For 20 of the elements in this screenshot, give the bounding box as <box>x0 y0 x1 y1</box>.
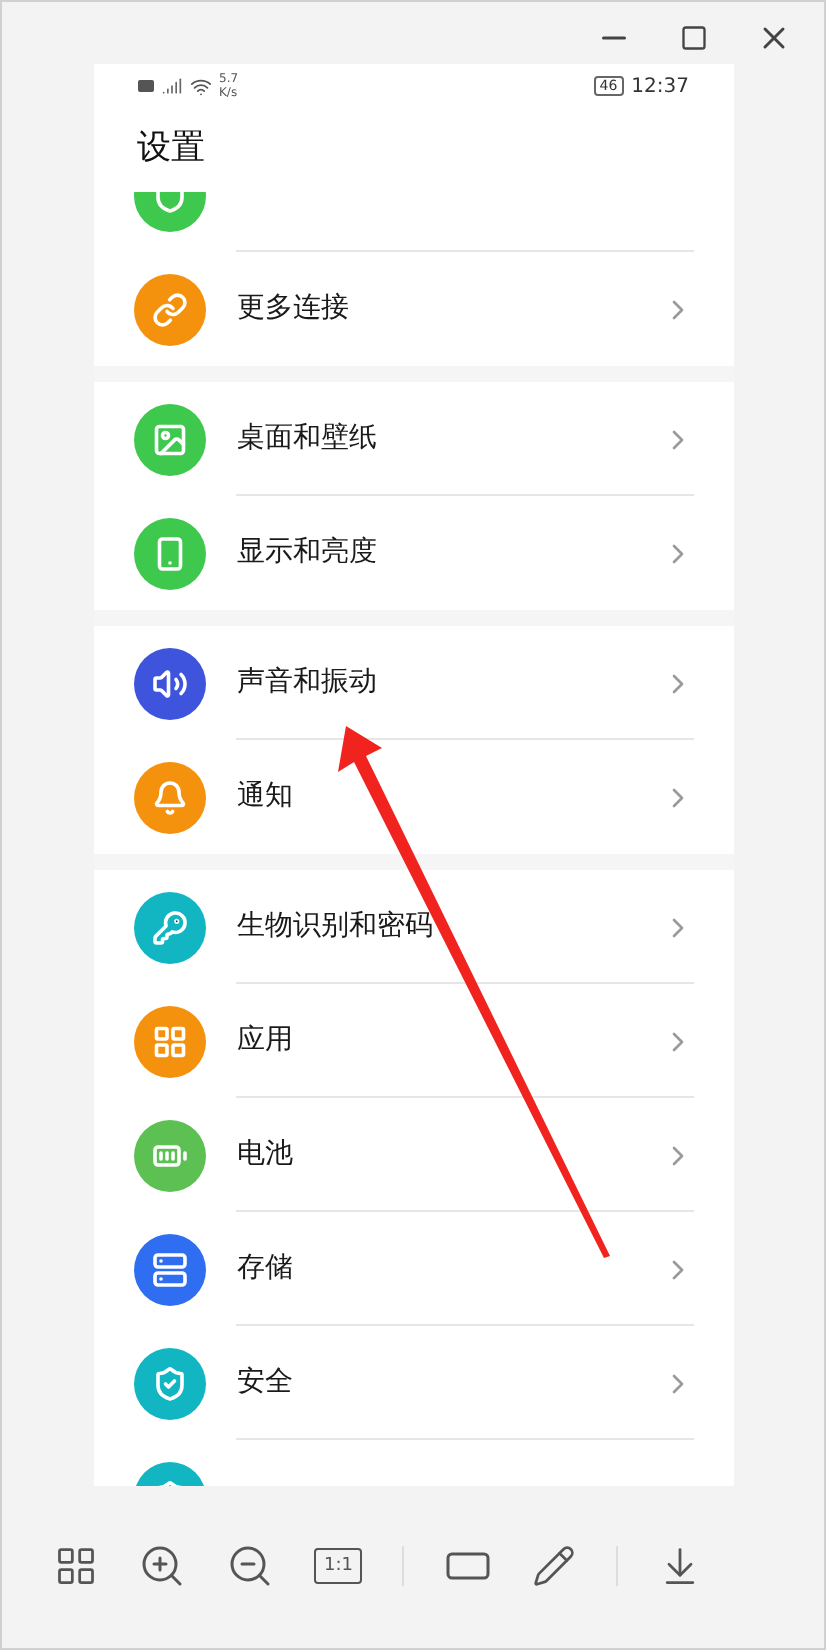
grid-icon[interactable] <box>54 1544 98 1588</box>
wifi-icon <box>189 75 211 97</box>
pencil-icon[interactable] <box>532 1544 577 1588</box>
page-title: 设置 <box>137 126 205 173</box>
actual-size-button[interactable]: 1:1 <box>314 1548 363 1584</box>
zoom-out-icon[interactable] <box>226 1542 274 1590</box>
zoom-in-icon[interactable] <box>138 1542 186 1590</box>
setting-label[interactable]: 通知 <box>237 776 661 818</box>
clock: 12:37 <box>631 73 689 101</box>
setting-label[interactable]: 安全 <box>237 1362 661 1404</box>
signal-icon <box>161 76 181 96</box>
setting-label[interactable]: 桌面和壁纸 <box>237 418 661 460</box>
setting-label[interactable]: 更多连接 <box>237 288 661 330</box>
setting-label[interactable]: 电池 <box>237 1134 661 1176</box>
setting-label[interactable]: 存储 <box>237 1248 661 1290</box>
maximize-icon[interactable] <box>680 23 708 51</box>
setting-label[interactable]: 声音和振动 <box>237 662 661 704</box>
setting-label[interactable]: 生物识别和密码 <box>237 906 661 948</box>
setting-label[interactable]: 应用 <box>237 1020 661 1062</box>
setting-label[interactable]: 显示和亮度 <box>237 532 661 574</box>
